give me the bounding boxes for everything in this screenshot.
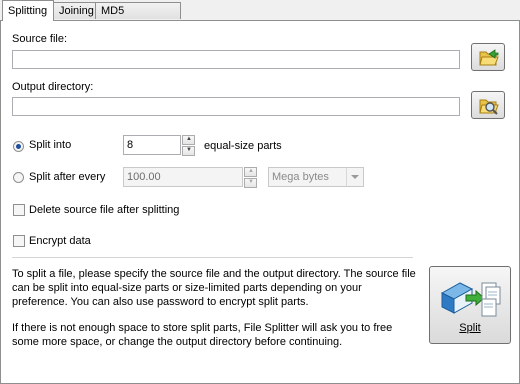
divider bbox=[12, 257, 413, 258]
split-button[interactable]: Split bbox=[429, 266, 511, 344]
spin-up-button[interactable]: ▲ bbox=[182, 135, 195, 145]
split-into-radio[interactable] bbox=[13, 141, 24, 152]
split-into-parts-input[interactable] bbox=[123, 135, 181, 155]
file-splitter-window: Splitting Joining MD5 Checksum Source fi… bbox=[0, 0, 520, 384]
split-after-radio[interactable] bbox=[13, 172, 24, 183]
spin-down-button[interactable]: ▼ bbox=[182, 146, 195, 156]
split-after-size-input[interactable] bbox=[123, 167, 243, 187]
equal-size-parts-label: equal-size parts bbox=[204, 140, 282, 152]
output-directory-label: Output directory: bbox=[12, 81, 94, 93]
output-browse-button[interactable] bbox=[471, 91, 505, 119]
encrypt-data-label[interactable]: Encrypt data bbox=[29, 235, 91, 247]
split-into-spinner[interactable]: ▲ ▼ bbox=[182, 135, 196, 157]
tab-joining[interactable]: Joining bbox=[53, 2, 96, 19]
book-split-icon bbox=[440, 282, 501, 317]
tab-bar: Splitting Joining MD5 Checksum bbox=[0, 0, 520, 34]
folder-search-icon bbox=[479, 99, 499, 115]
splitting-panel: Source file: Output directory: Split int… bbox=[0, 20, 520, 384]
tab-md5-checksum[interactable]: MD5 Checksum bbox=[95, 2, 181, 34]
size-unit-value: Mega bytes bbox=[272, 171, 329, 183]
source-file-input[interactable] bbox=[12, 50, 460, 69]
source-file-label: Source file: bbox=[12, 33, 68, 45]
delete-source-label[interactable]: Delete source file after splitting bbox=[29, 204, 179, 216]
output-directory-input[interactable] bbox=[12, 97, 460, 116]
spin-down-button[interactable]: ▼ bbox=[244, 178, 257, 188]
split-after-spinner[interactable]: ▲ ▼ bbox=[244, 167, 258, 189]
spin-up-button[interactable]: ▲ bbox=[244, 167, 257, 177]
source-browse-button[interactable] bbox=[471, 43, 505, 71]
size-unit-select[interactable]: Mega bytes bbox=[268, 167, 364, 187]
encrypt-data-checkbox[interactable] bbox=[13, 235, 25, 247]
delete-source-checkbox[interactable] bbox=[13, 204, 25, 216]
split-button-label: Split bbox=[459, 322, 481, 334]
split-after-label[interactable]: Split after every bbox=[29, 171, 105, 183]
split-into-label[interactable]: Split into bbox=[29, 139, 71, 151]
tab-splitting[interactable]: Splitting bbox=[2, 0, 54, 21]
chevron-down-icon bbox=[346, 168, 363, 186]
description-paragraph-2: If there is not enough space to store sp… bbox=[12, 322, 393, 348]
folder-open-icon bbox=[479, 49, 499, 66]
description-paragraph-1: To split a file, please specify the sour… bbox=[12, 268, 416, 308]
